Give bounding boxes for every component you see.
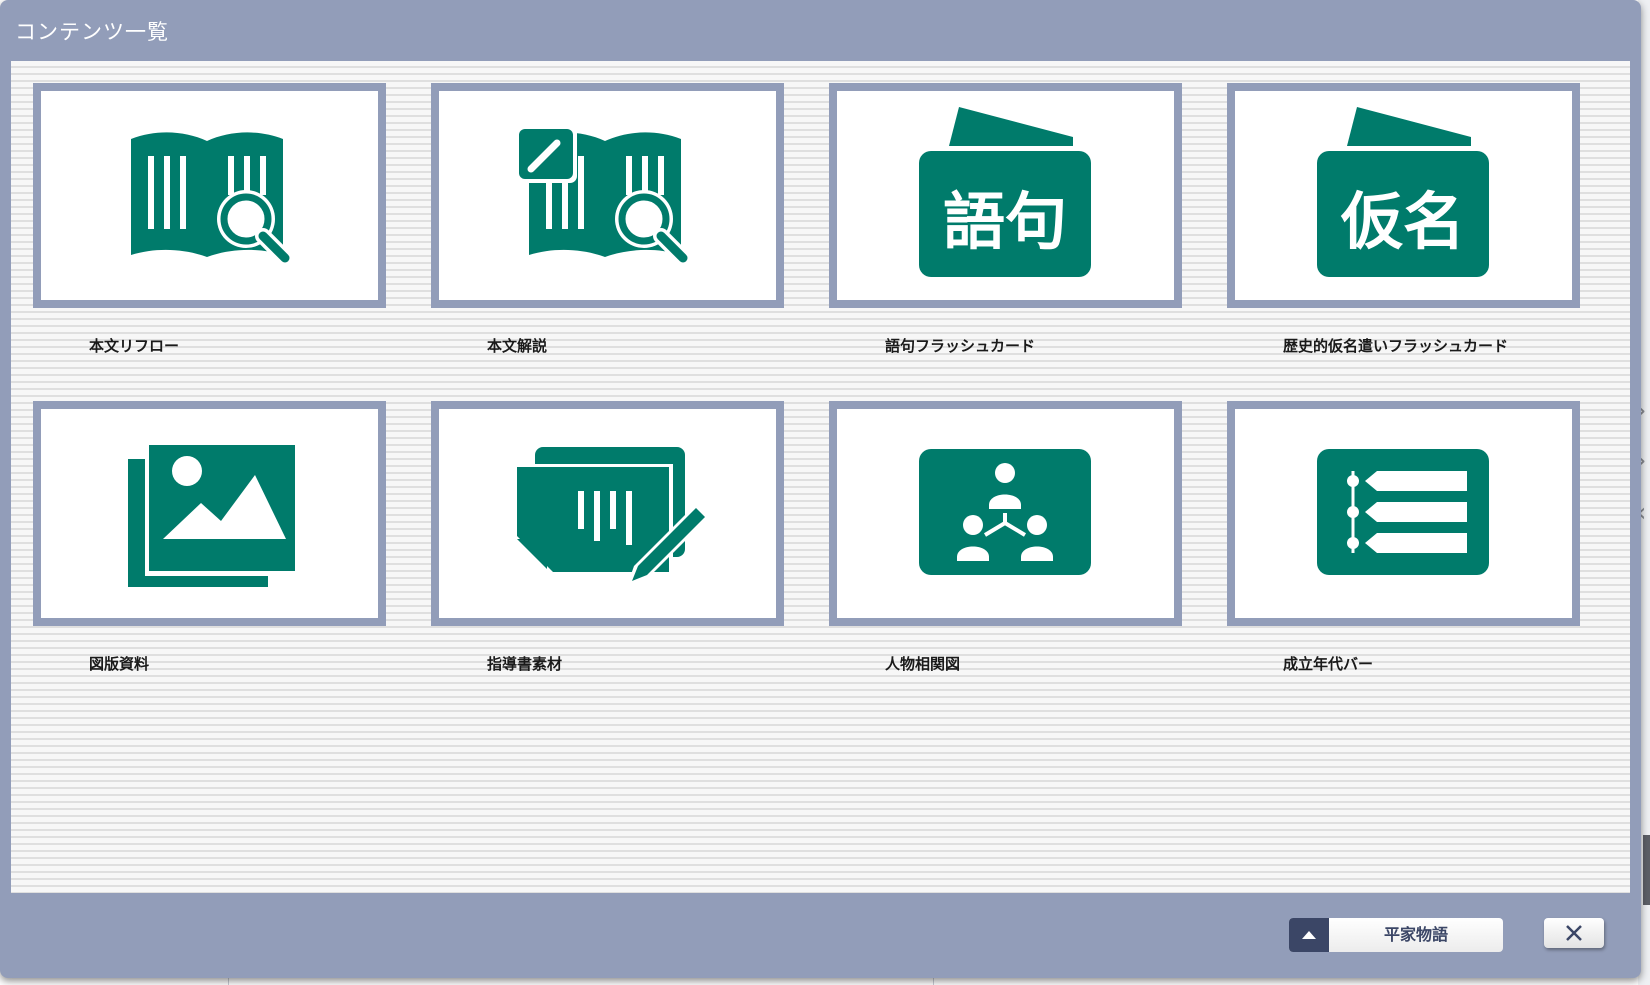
book-search-icon (131, 132, 293, 266)
tile-frame[interactable] (829, 401, 1182, 626)
tile-label: 指導書素材 (487, 655, 563, 673)
tile-label: 語句フラッシュカード (885, 337, 1036, 355)
tile-frame[interactable] (431, 401, 784, 626)
flashcard-icon-text: 語句 (943, 185, 1067, 258)
dialog-title: コンテンツ一覧 (15, 20, 169, 44)
tile-label: 人物相関図 (885, 655, 961, 673)
tile-label: 成立年代バー (1283, 655, 1374, 673)
flashcard-icon: 語句 (919, 107, 1091, 277)
content-grid: 本文リフロー 本文解説 語句 語句フラッシュカード 仮名 歴史的仮名遣いフラッシ… (11, 61, 1630, 893)
tile-label: 図版資料 (89, 655, 150, 673)
flashcard-icon-text: 仮名 (1340, 185, 1465, 258)
content-list-dialog: コンテンツ一覧 本文リフロー 本文解説 語句 語句フラッシュカード 仮名 歴史的… (0, 0, 1641, 978)
close-icon (1566, 925, 1582, 941)
org-chart-icon (919, 449, 1091, 575)
teacher-material-icon (513, 447, 709, 586)
image-gallery-icon (128, 441, 299, 587)
tile-label: 本文リフロー (89, 337, 180, 355)
work-selector-button[interactable]: 平家物語 (1289, 918, 1503, 952)
close-button[interactable] (1544, 918, 1604, 948)
tile-frame[interactable]: 語句 (829, 83, 1182, 308)
work-selector-toggle[interactable] (1289, 918, 1329, 952)
tile-label: 本文解説 (487, 337, 548, 355)
book-edit-search-icon (515, 125, 691, 266)
work-selector-label: 平家物語 (1383, 925, 1448, 944)
tile-frame[interactable] (1227, 401, 1580, 626)
tile-frame[interactable]: 仮名 (1227, 83, 1580, 308)
timeline-icon (1317, 449, 1489, 575)
background-scrollbar (1643, 835, 1650, 905)
flashcard-icon: 仮名 (1317, 107, 1489, 277)
tile-frame[interactable] (33, 401, 386, 626)
tile-frame[interactable] (33, 83, 386, 308)
tile-frame[interactable] (431, 83, 784, 308)
tile-label: 歴史的仮名遣いフラッシュカード (1283, 337, 1509, 355)
triangle-up-icon (1302, 931, 1316, 939)
